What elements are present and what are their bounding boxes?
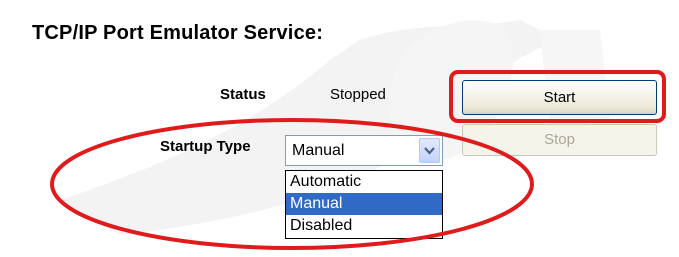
startup-type-select[interactable]: Manual (285, 135, 443, 166)
startup-type-label: Startup Type (160, 138, 251, 155)
status-label: Status (220, 86, 266, 103)
chevron-down-icon[interactable] (419, 138, 440, 163)
start-button[interactable]: Start (462, 80, 657, 115)
startup-type-options: Automatic Manual Disabled (285, 170, 443, 239)
option-automatic[interactable]: Automatic (286, 171, 442, 193)
stop-button[interactable]: Stop (462, 124, 657, 156)
option-manual[interactable]: Manual (286, 193, 442, 215)
option-disabled[interactable]: Disabled (286, 215, 442, 237)
section-heading: TCP/IP Port Emulator Service: (32, 22, 324, 44)
startup-type-selected-value: Manual (292, 142, 345, 159)
status-value: Stopped (330, 86, 386, 103)
